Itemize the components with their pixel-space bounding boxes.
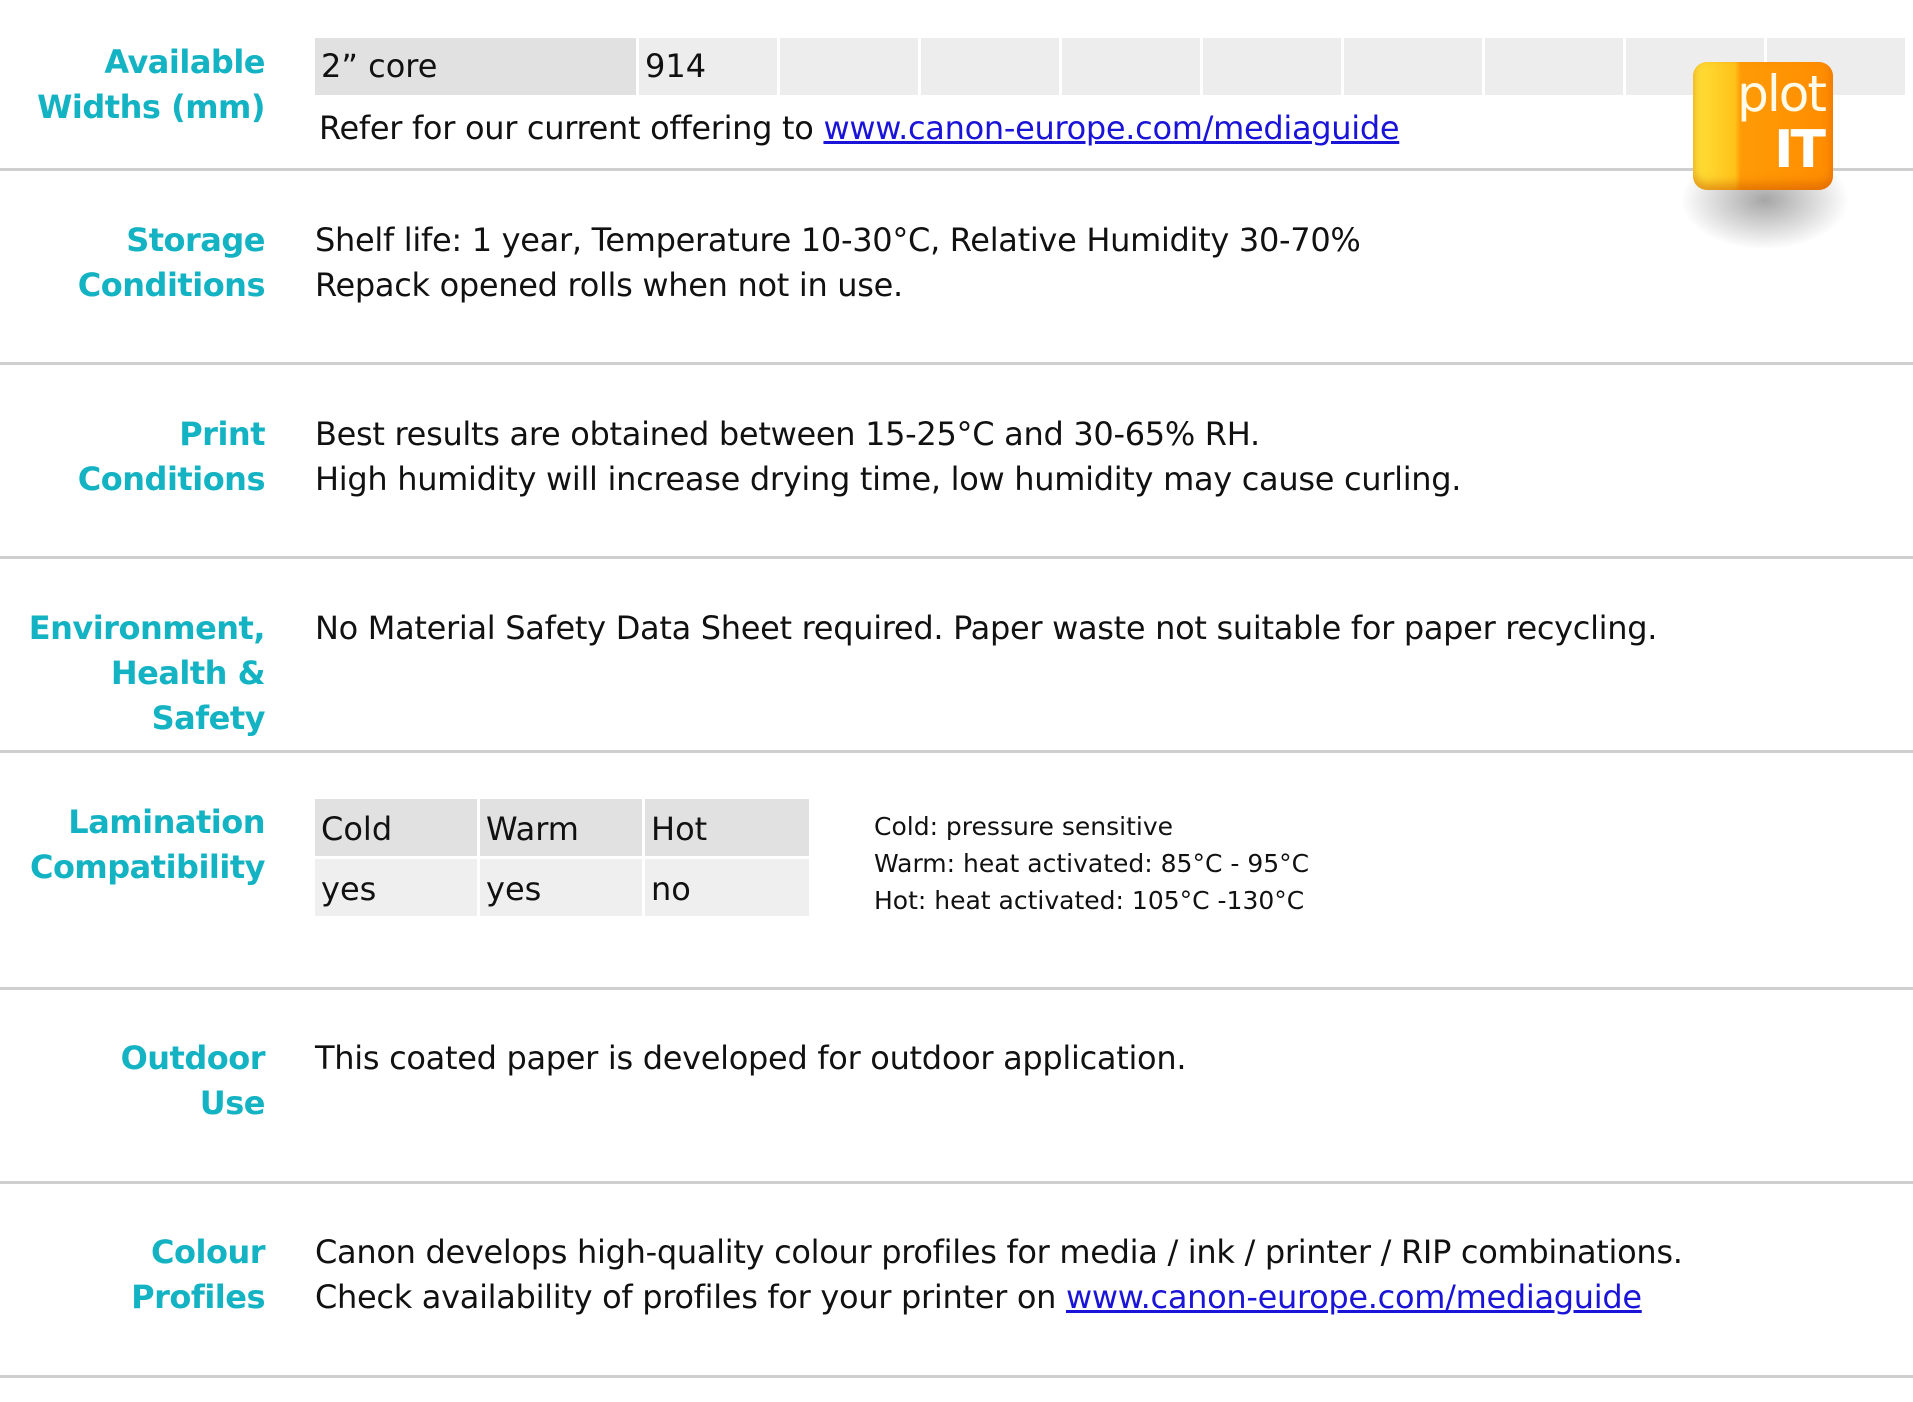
section-divider — [0, 556, 1913, 559]
lamination-table: Cold Warm Hot yes yes no — [315, 799, 809, 916]
lamination-header-hot: Hot — [645, 799, 809, 856]
widths-note-text: Refer for our current offering to — [319, 109, 824, 147]
widths-cell — [1485, 38, 1623, 95]
text-line: Best results are obtained between 15-25°… — [315, 415, 1260, 453]
text-line: Check availability of profiles for your … — [315, 1275, 1683, 1320]
section-divider — [0, 1375, 1913, 1378]
mediaguide-link[interactable]: www.canon-europe.com/mediaguide — [823, 109, 1399, 147]
section-divider — [0, 168, 1913, 171]
widths-core-header: 2” core — [315, 38, 636, 95]
lamination-value-warm: yes — [480, 859, 642, 916]
label-line: Print — [179, 415, 265, 453]
plotit-logo-cube: plot IT — [1693, 62, 1833, 190]
print-conditions-label: Print Conditions — [0, 412, 266, 502]
lamination-compatibility-label: Lamination Compatibility — [0, 800, 266, 890]
widths-cell — [780, 38, 918, 95]
label-line: Lamination — [68, 803, 265, 841]
widths-cell — [1062, 38, 1200, 95]
label-line: Outdoor — [120, 1039, 266, 1077]
storage-conditions-label: Storage Conditions — [0, 218, 266, 308]
mediaguide-link[interactable]: www.canon-europe.com/mediaguide — [1066, 1278, 1642, 1316]
label-line: Colour — [151, 1233, 265, 1271]
colour-profiles-label: Colour Profiles — [0, 1230, 265, 1320]
label-line: Use — [199, 1084, 266, 1122]
text-line: Canon develops high-quality colour profi… — [315, 1233, 1683, 1271]
label-line: Compatibility — [29, 848, 266, 886]
environment-text: No Material Safety Data Sheet required. … — [315, 606, 1657, 651]
lamination-note: Warm: heat activated: 85°C - 95°C — [874, 849, 1310, 878]
available-widths-label: Available Widths (mm) — [0, 40, 265, 130]
text-line: Repack opened rolls when not in use. — [315, 266, 903, 304]
lamination-notes: Cold: pressure sensitive Warm: heat acti… — [874, 808, 1309, 919]
text-line: Shelf life: 1 year, Temperature 10-30°C,… — [315, 221, 1361, 259]
widths-cell — [921, 38, 1059, 95]
widths-table: 2” core 914 — [315, 38, 1908, 95]
colour-profiles-text: Canon develops high-quality colour profi… — [315, 1230, 1683, 1320]
text-line: High humidity will increase drying time,… — [315, 460, 1462, 498]
lamination-note: Hot: heat activated: 105°C -130°C — [874, 886, 1305, 915]
lamination-note: Cold: pressure sensitive — [874, 812, 1174, 841]
label-line: Storage — [126, 221, 265, 259]
widths-cell: 914 — [639, 38, 777, 95]
colour-line2-text: Check availability of profiles for your … — [315, 1278, 1066, 1316]
label-line: Widths (mm) — [37, 88, 265, 126]
section-divider — [0, 750, 1913, 753]
storage-conditions-text: Shelf life: 1 year, Temperature 10-30°C,… — [315, 218, 1361, 308]
lamination-value-hot: no — [645, 859, 809, 916]
lamination-header-cold: Cold — [315, 799, 477, 856]
plotit-logo: plot IT — [1693, 62, 1833, 190]
print-conditions-text: Best results are obtained between 15-25°… — [315, 412, 1461, 502]
label-line: Profiles — [131, 1278, 265, 1316]
section-divider — [0, 362, 1913, 365]
logo-text-plot: plot — [1737, 65, 1827, 123]
lamination-header-warm: Warm — [480, 799, 642, 856]
widths-cell — [1203, 38, 1341, 95]
label-line: Conditions — [77, 460, 266, 498]
outdoor-use-text: This coated paper is developed for outdo… — [315, 1036, 1187, 1081]
environment-health-safety-label: Environment, Health & Safety — [0, 606, 266, 741]
logo-text-it: IT — [1774, 120, 1826, 180]
text-line: This coated paper is developed for outdo… — [315, 1039, 1187, 1077]
widths-cell — [1344, 38, 1482, 95]
outdoor-use-label: Outdoor Use — [0, 1036, 266, 1126]
label-line: Environment, — [28, 609, 266, 647]
lamination-value-cold: yes — [315, 859, 477, 916]
text-line: No Material Safety Data Sheet required. … — [315, 609, 1658, 647]
label-line: Health & Safety — [110, 654, 266, 737]
section-divider — [0, 1181, 1913, 1184]
label-line: Conditions — [77, 266, 266, 304]
label-line: Available — [104, 43, 265, 81]
section-divider — [0, 987, 1913, 990]
widths-note: Refer for our current offering to www.ca… — [319, 106, 1400, 151]
